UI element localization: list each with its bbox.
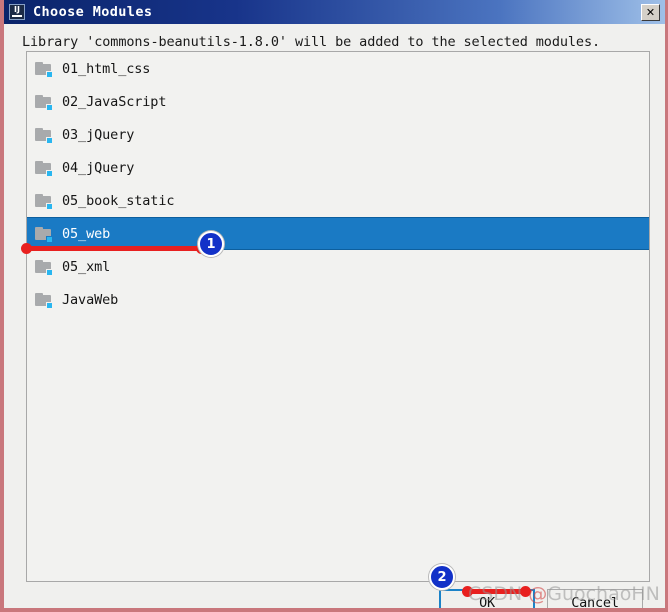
list-item-label: JavaWeb — [62, 291, 119, 308]
list-item-label: 05_xml — [62, 258, 111, 275]
list-item[interactable]: 04_jQuery — [27, 151, 649, 184]
selected-module-row[interactable]: 05_web — [27, 217, 649, 250]
list-item-label: 05_web — [62, 225, 111, 242]
module-folder-icon — [35, 160, 53, 177]
list-item[interactable]: 01_html_css — [27, 52, 649, 85]
dialog-button-row: OK Cancel — [26, 588, 643, 608]
list-item-label: 01_html_css — [62, 60, 151, 77]
list-item-label: 04_jQuery — [62, 159, 135, 176]
list-item-label: 05_book_static — [62, 192, 175, 209]
list-item[interactable]: 02_JavaScript — [27, 85, 649, 118]
cancel-button[interactable]: Cancel — [547, 589, 643, 608]
intellij-idea-icon: IJ — [9, 4, 25, 20]
module-folder-icon — [35, 94, 53, 111]
module-folder-icon — [35, 259, 53, 276]
module-folder-icon — [35, 61, 53, 78]
list-item[interactable]: 03_jQuery — [27, 118, 649, 151]
window-titlebar: IJ Choose Modules ✕ — [4, 0, 665, 24]
list-item[interactable]: 05_book_static — [27, 184, 649, 217]
list-item[interactable]: JavaWeb — [27, 283, 649, 316]
module-folder-icon — [35, 292, 53, 309]
dialog-content: Library 'commons-beanutils-1.8.0' will b… — [4, 24, 665, 608]
module-folder-icon — [35, 193, 53, 210]
module-folder-icon — [35, 127, 53, 144]
close-icon[interactable]: ✕ — [641, 3, 660, 21]
window-title: Choose Modules — [33, 4, 153, 20]
list-item[interactable]: 05_xml — [27, 250, 649, 283]
module-folder-icon — [35, 226, 53, 243]
ok-button[interactable]: OK — [439, 589, 535, 608]
list-item-label: 02_JavaScript — [62, 93, 167, 110]
module-list[interactable]: 01_html_css 02_JavaScript 03_jQuery 04_j… — [26, 51, 650, 582]
dialog-window: IJ Choose Modules ✕ Library 'commons-bea… — [0, 0, 668, 612]
list-item-label: 03_jQuery — [62, 126, 135, 143]
